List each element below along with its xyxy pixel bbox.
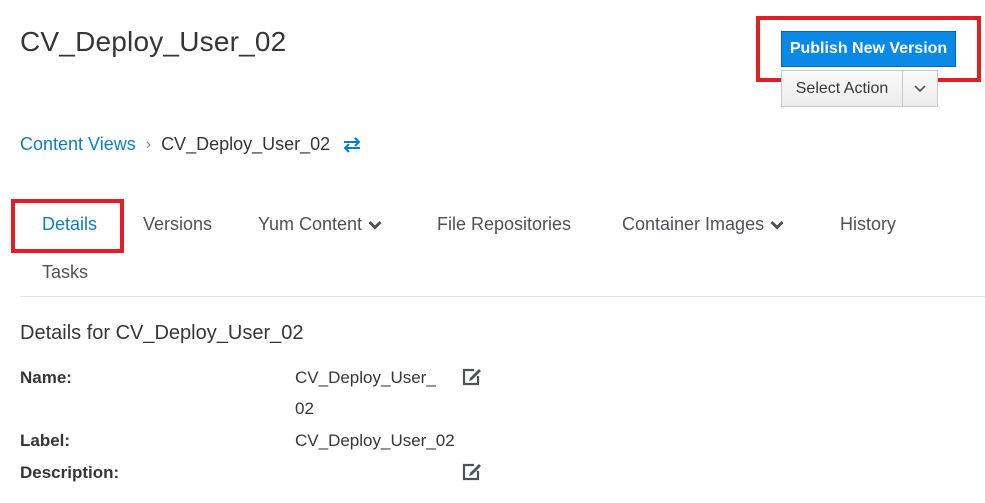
select-action-dropdown[interactable]: Select Action — [781, 70, 938, 107]
tab-yum-content[interactable]: Yum Content — [258, 214, 382, 235]
edit-name-icon[interactable] — [461, 367, 483, 387]
details-section-title: Details for CV_Deploy_User_02 — [20, 322, 304, 344]
tab-label: Container Images — [622, 214, 765, 234]
publish-new-version-button[interactable]: Publish New Version — [781, 31, 956, 67]
chevron-down-icon — [770, 220, 784, 230]
breadcrumb-separator: › — [145, 135, 152, 153]
name-value-line2: 02 — [295, 399, 314, 418]
edit-description-icon[interactable] — [461, 462, 483, 482]
chevron-down-icon[interactable] — [903, 71, 937, 106]
tab-versions[interactable]: Versions — [143, 214, 212, 235]
switch-arrows-icon[interactable] — [342, 136, 362, 153]
label-label: Label: — [20, 431, 71, 450]
select-action-label: Select Action — [782, 71, 903, 106]
tab-label: Versions — [143, 214, 213, 234]
description-label: Description: — [20, 463, 120, 482]
tab-label: Details — [42, 214, 98, 234]
breadcrumb-current: CV_Deploy_User_02 — [161, 134, 331, 154]
name-value-line1: CV_Deploy_User_ — [295, 368, 436, 387]
tab-label: Tasks — [42, 262, 89, 282]
tab-file-repositories[interactable]: File Repositories — [437, 214, 571, 235]
breadcrumb-content-views-link[interactable]: Content Views — [20, 134, 136, 155]
tab-container-images[interactable]: Container Images — [622, 214, 784, 235]
tab-tasks[interactable]: Tasks — [42, 262, 88, 283]
name-label: Name: — [20, 368, 72, 387]
tab-history[interactable]: History — [840, 214, 896, 235]
tab-label: History — [840, 214, 897, 234]
page-title: CV_Deploy_User_02 — [20, 26, 287, 57]
tab-label: Yum Content — [258, 214, 363, 234]
breadcrumb: Content Views › CV_Deploy_User_02 — [20, 134, 362, 155]
tab-bar: Details Versions Yum Content File Reposi… — [20, 200, 985, 297]
label-value: CV_Deploy_User_02 — [295, 431, 455, 450]
tab-label: File Repositories — [437, 214, 572, 234]
chevron-down-icon — [368, 220, 382, 230]
tab-details[interactable]: Details — [42, 214, 97, 235]
